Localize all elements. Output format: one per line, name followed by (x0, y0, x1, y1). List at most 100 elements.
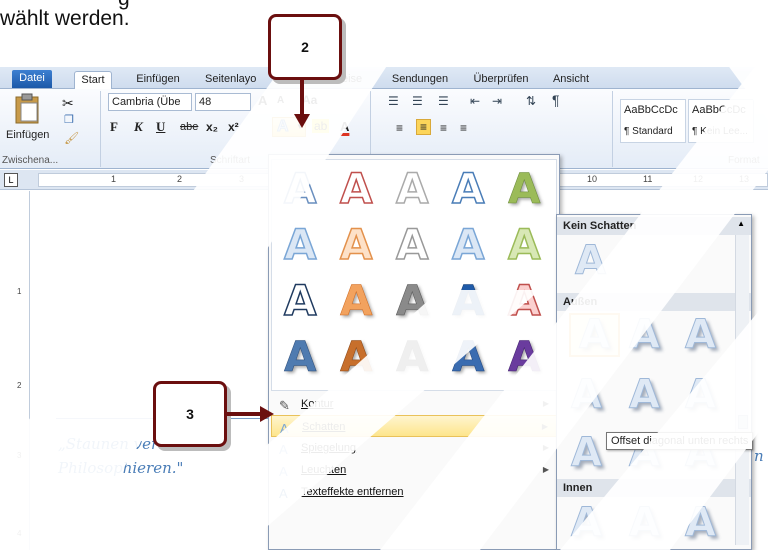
shadow-style-option[interactable]: A (629, 503, 661, 544)
tab-ansicht[interactable]: Ansicht (546, 71, 596, 89)
numbering-icon[interactable]: ☰ (412, 94, 423, 108)
tab-ueberpruefen[interactable]: Überprüfen (468, 71, 534, 89)
section-heading: Kein Schatten (557, 217, 751, 235)
ruler-number: 1 (17, 287, 22, 296)
bullets-icon[interactable]: ☰ (388, 94, 399, 108)
bold-button[interactable]: F (110, 119, 118, 135)
text-effect-style[interactable]: A (395, 167, 429, 211)
text-effect-style[interactable]: A (452, 335, 485, 378)
ruler-number: 2 (177, 174, 183, 184)
shadow-style-option[interactable]: A (685, 503, 717, 544)
tab-start[interactable]: Start (74, 71, 112, 89)
ruler-number: 1 (111, 174, 117, 184)
scroll-up-icon[interactable]: ▲ (737, 219, 745, 228)
scrollbar[interactable] (735, 235, 749, 545)
style-kein-leerraum[interactable]: AaBbCcDc ¶ Kein Lee... (688, 99, 754, 143)
text-effect-style[interactable]: A (508, 167, 541, 210)
style-standard[interactable]: AaBbCcDc ¶ Standard (620, 99, 686, 143)
decrease-indent-icon[interactable]: ⇤ (470, 94, 480, 108)
separator (100, 91, 101, 167)
intro-line-2: wählt werden. (0, 7, 130, 30)
superscript-button[interactable]: x² (228, 120, 239, 134)
scrollbar-thumb[interactable] (738, 415, 748, 429)
pilcrow-icon[interactable]: ¶ (552, 92, 560, 108)
text-effect-style[interactable]: A (283, 223, 317, 267)
align-center-icon[interactable]: ≡ (416, 119, 432, 135)
tab-sendungen[interactable]: Sendungen (384, 71, 456, 89)
highlight-button[interactable]: ab (312, 119, 330, 133)
font-color-button[interactable]: A (340, 119, 349, 134)
tab-selector-icon[interactable]: L (4, 173, 18, 187)
text-effect-style[interactable]: A (340, 335, 373, 378)
tab-verweise[interactable]: eise (342, 71, 372, 89)
text-effect-style[interactable]: A (339, 167, 373, 211)
text-effect-style[interactable]: A (451, 223, 485, 267)
ruler-number: 10 (587, 174, 598, 184)
chevron-right-icon: ▶ (541, 422, 548, 431)
shadow-submenu: Kein Schatten ▲ Außen Innen AAAAAAAAAAAA… (556, 214, 752, 550)
text-effect-style[interactable]: A (507, 223, 541, 267)
menu-item-kontur[interactable]: ✎ Kontur ▶ (271, 393, 557, 415)
separator (612, 91, 613, 167)
pen-icon: ✎ (279, 398, 290, 413)
menu-item-leuchten[interactable]: A Leuchten ▶ (271, 459, 557, 481)
tab-einfuegen[interactable]: Einfügen (128, 71, 188, 89)
text-effect-style[interactable]: A (508, 335, 541, 378)
underline-button[interactable]: U (156, 119, 165, 135)
text-effect-style[interactable]: A (283, 279, 317, 323)
text-effect-style[interactable]: A (284, 335, 317, 378)
align-left-icon[interactable]: ≡ (396, 121, 403, 135)
text-effect-style[interactable]: A (396, 279, 429, 322)
text-effect-style[interactable]: A (395, 223, 429, 267)
menu-item-schatten[interactable]: A Schatten ▶ (271, 415, 557, 437)
shadow-style-option[interactable]: A (571, 503, 603, 544)
justify-icon[interactable]: ≡ (460, 121, 467, 135)
strikethrough-button[interactable]: abe (180, 121, 198, 133)
shadow-style-option[interactable]: A (575, 241, 607, 282)
font-name-box[interactable]: Cambria (Übe (108, 93, 192, 111)
chevron-right-icon: ▶ (542, 443, 549, 452)
font-size-box[interactable]: 48 (195, 93, 251, 111)
text-effect-style[interactable]: A (339, 223, 373, 267)
quote-line-2[interactable]: Philosophieren." (58, 459, 183, 477)
italic-button[interactable]: K (134, 119, 143, 135)
ruler-number: 13 (739, 174, 750, 184)
text-effect-style[interactable]: A (452, 279, 485, 322)
menu-item-texteffekte-entfernen[interactable]: A Texteffekte entfernen (271, 481, 557, 503)
increase-indent-icon[interactable]: ⇥ (492, 94, 502, 108)
style-name: ¶ Kein Lee... (692, 126, 748, 137)
paste-button[interactable]: Einfügen (4, 91, 52, 151)
chevron-right-icon: ▶ (542, 399, 549, 408)
grow-font-button[interactable]: A (258, 93, 267, 108)
menu-item-spiegelung[interactable]: A Spiegelung ▶ (271, 437, 557, 459)
tab-seitenlayout[interactable]: Seitenlayo (205, 71, 267, 89)
shrink-font-button[interactable]: A (277, 95, 284, 106)
text-effect-style[interactable]: A (340, 279, 373, 322)
format-painter-icon[interactable]: 🖌 (64, 131, 79, 145)
tab-datei[interactable]: Datei (12, 70, 52, 88)
sort-icon[interactable]: ⇅ (526, 94, 536, 108)
menu-item-label: Spiegelung (301, 442, 357, 454)
copy-icon[interactable]: ❐ (64, 113, 74, 126)
clipboard-group-label: Zwischena... (2, 155, 59, 166)
cut-icon[interactable]: ✂ (62, 95, 74, 112)
text-effect-style[interactable]: A (507, 279, 541, 323)
text-effect-style[interactable]: A (451, 167, 485, 211)
text-effect-style[interactable]: A (396, 335, 429, 378)
multilevel-list-icon[interactable]: ☰ (438, 94, 449, 108)
subscript-button[interactable]: x₂ (206, 120, 218, 134)
shadow-style-option[interactable]: A (685, 375, 717, 416)
alignment-buttons: ≡ ≡ ≡ ≡ (396, 119, 482, 139)
ruler-number: 11 (643, 174, 653, 184)
text-effect-style[interactable]: A (283, 167, 317, 211)
text-effects-menu: AAAAAAAAAAAAAAAAAAAA ✎ Kontur ▶ A Schatt… (268, 154, 560, 550)
align-right-icon[interactable]: ≡ (440, 121, 447, 135)
shadow-style-option[interactable]: A (571, 375, 603, 416)
shadow-style-option[interactable]: A (571, 433, 603, 474)
callout-step-2: 2 (268, 14, 342, 80)
shadow-style-option[interactable]: A (629, 315, 661, 356)
shadow-style-option[interactable]: A (629, 375, 661, 416)
quote-cut-text: n (754, 447, 764, 465)
shadow-style-option[interactable]: A (569, 313, 620, 357)
shadow-style-option[interactable]: A (685, 315, 717, 356)
